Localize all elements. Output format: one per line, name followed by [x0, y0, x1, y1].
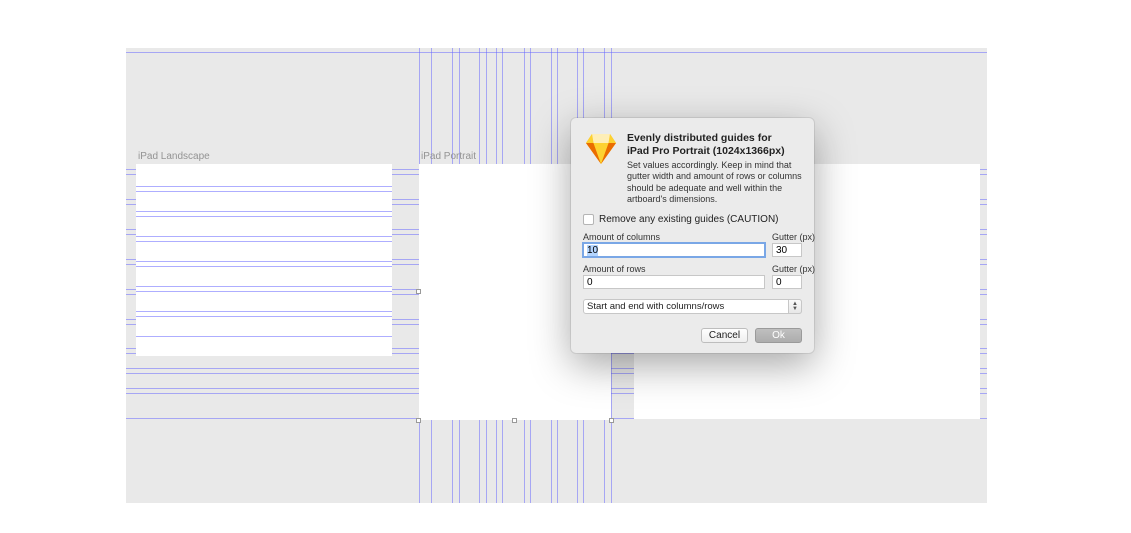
columns-label: Amount of columns: [583, 232, 765, 242]
dialog-title: Evenly distributed guides for iPad Pro P…: [627, 132, 802, 157]
ok-button[interactable]: Ok: [755, 328, 802, 343]
row-gutter-input[interactable]: [772, 275, 802, 289]
artboard-guide: [136, 316, 392, 317]
design-canvas: iPad Landscape iPad Portrait: [126, 48, 987, 503]
artboard-guide: [136, 236, 392, 237]
artboard-handle[interactable]: [416, 289, 421, 294]
columns-input[interactable]: [583, 243, 765, 257]
artboard-guide: [136, 211, 392, 212]
artboard-handle[interactable]: [416, 418, 421, 423]
artboard-guide: [136, 266, 392, 267]
artboard-handle[interactable]: [609, 418, 614, 423]
artboard-handle[interactable]: [512, 418, 517, 423]
remove-guides-label: Remove any existing guides (CAUTION): [599, 214, 779, 225]
layout-mode-value: Start and end with columns/rows: [583, 299, 802, 314]
artboard-guide: [136, 261, 392, 262]
artboard-label-landscape: iPad Landscape: [138, 151, 210, 162]
col-gutter-input[interactable]: [772, 243, 802, 257]
row-gutter-label: Gutter (px): [772, 264, 802, 274]
artboard-guide: [136, 216, 392, 217]
guides-dialog: Evenly distributed guides for iPad Pro P…: [571, 118, 814, 353]
layout-mode-select[interactable]: Start and end with columns/rows ▲▼: [583, 299, 802, 314]
rows-label: Amount of rows: [583, 264, 765, 274]
artboard-guide: [136, 336, 392, 337]
artboard-guide: [136, 286, 392, 287]
col-gutter-label: Gutter (px): [772, 232, 802, 242]
artboard-landscape[interactable]: iPad Landscape: [136, 164, 392, 356]
chevron-up-down-icon: ▲▼: [788, 299, 802, 314]
dialog-description: Set values accordingly. Keep in mind tha…: [627, 160, 802, 205]
artboard-guide: [136, 291, 392, 292]
sketch-app-icon: [583, 132, 627, 205]
rows-input[interactable]: [583, 275, 765, 289]
artboard-guide: [136, 191, 392, 192]
artboard-label-portrait: iPad Portrait: [421, 151, 476, 162]
cancel-button[interactable]: Cancel: [701, 328, 748, 343]
artboard-guide: [136, 311, 392, 312]
artboard-guide: [136, 186, 392, 187]
artboard-guide: [136, 241, 392, 242]
remove-guides-checkbox[interactable]: [583, 214, 594, 225]
